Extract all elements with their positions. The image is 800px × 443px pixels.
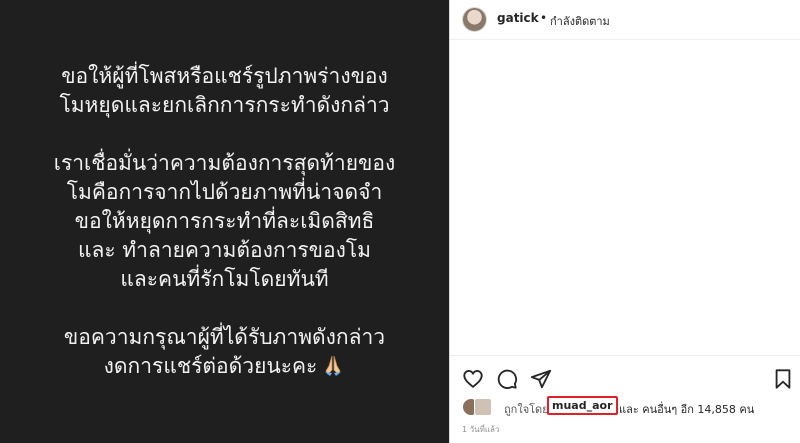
post-text-body: ขอให้ผู้ที่โพสหรือแชร์รูปภาพร่างของ โมหย… <box>53 64 396 378</box>
post-timestamp[interactable]: 1 วันที่แล้ว <box>462 423 499 436</box>
likes-count-link[interactable]: และ คนอื่นๆ อีก 14,858 คน <box>619 400 754 418</box>
post-text: ขอให้ผู้ที่โพสหรือแชร์รูปภาพร่างของ โมหย… <box>0 62 449 381</box>
comments-area <box>450 40 800 355</box>
likes-summary: ถูกใจโดย muad_aor และ คนอื่นๆ อีก 14,858… <box>462 396 797 418</box>
bookmark-icon[interactable] <box>772 368 794 390</box>
post-header: gatick • กำลังติดตาม <box>450 0 800 40</box>
post-image[interactable]: ขอให้ผู้ที่โพสหรือแชร์รูปภาพร่างของ โมหย… <box>0 0 449 443</box>
liked-by-label: ถูกใจโดย <box>504 403 549 416</box>
liker-avatar <box>474 398 492 416</box>
avatar[interactable] <box>462 7 487 32</box>
folded-hands-icon <box>325 355 342 376</box>
liker-username-link[interactable]: muad_aor <box>547 396 618 415</box>
following-button[interactable]: กำลังติดตาม <box>550 12 610 30</box>
instagram-post-view: ขอให้ผู้ที่โพสหรือแชร์รูปภาพร่างของ โมหย… <box>0 0 800 443</box>
comment-icon[interactable] <box>496 368 518 390</box>
separator-dot: • <box>540 11 548 25</box>
username-link[interactable]: gatick <box>497 11 539 25</box>
liker-avatars[interactable] <box>462 398 502 416</box>
share-icon[interactable] <box>530 368 552 390</box>
heart-icon[interactable] <box>462 368 484 390</box>
action-bar <box>450 355 800 395</box>
post-sidebar: gatick • กำลังติดตาม ถูกใจโดย muad_aor แ… <box>449 0 800 443</box>
